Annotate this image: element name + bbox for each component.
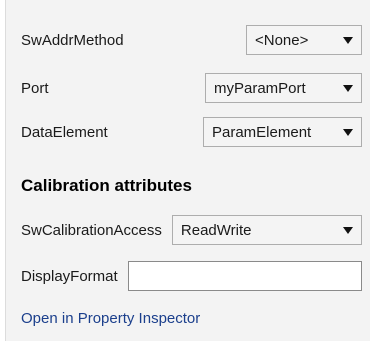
sw-addr-method-label: SwAddrMethod [21,31,124,49]
sw-calibration-access-value: ReadWrite [180,221,252,239]
port-label: Port [21,79,49,97]
link-row: Open in Property Inspector [21,306,362,330]
display-format-label: DisplayFormat [21,267,118,285]
port-row: Port myParamPort [21,72,362,104]
sw-addr-method-row: SwAddrMethod <None> [21,24,362,56]
chevron-down-icon [343,36,353,44]
sw-calibration-access-dropdown[interactable]: ReadWrite [171,215,362,245]
display-format-row: DisplayFormat [21,260,362,292]
calibration-heading-row: Calibration attributes [21,172,362,200]
sw-addr-method-dropdown[interactable]: <None> [246,25,362,55]
sw-addr-method-value: <None> [255,31,309,49]
port-dropdown[interactable]: myParamPort [205,73,362,103]
data-element-label: DataElement [21,123,108,141]
port-value: myParamPort [214,79,306,97]
data-element-row: DataElement ParamElement [21,116,362,148]
open-property-inspector-link[interactable]: Open in Property Inspector [21,310,200,327]
data-element-dropdown[interactable]: ParamElement [203,117,362,147]
chevron-down-icon [343,84,353,92]
chevron-down-icon [343,226,353,234]
chevron-down-icon [343,128,353,136]
sw-calibration-access-row: SwCalibrationAccess ReadWrite [21,214,362,246]
calibration-heading: Calibration attributes [21,176,192,195]
data-element-value: ParamElement [212,123,312,141]
sw-calibration-access-label: SwCalibrationAccess [21,221,162,239]
display-format-input[interactable] [127,261,362,291]
properties-panel: SwAddrMethod <None> Port myParamPort Dat… [5,0,370,341]
